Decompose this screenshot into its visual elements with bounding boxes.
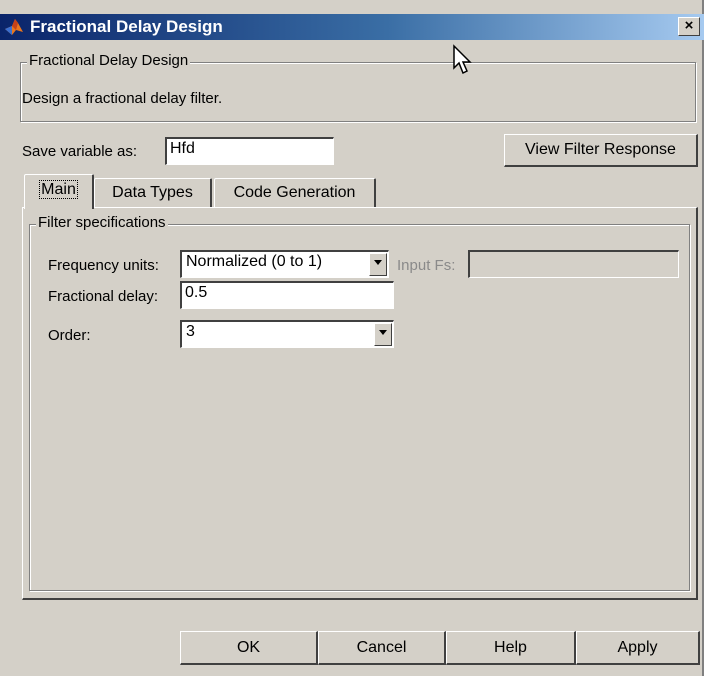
- mouse-cursor-icon: [453, 44, 472, 75]
- ok-button[interactable]: OK: [180, 631, 318, 665]
- order-label: Order:: [48, 327, 91, 344]
- tab-main-label: Main: [39, 180, 78, 199]
- window-title: Fractional Delay Design: [30, 17, 223, 36]
- tab-main[interactable]: Main: [24, 174, 94, 209]
- apply-button[interactable]: Apply: [576, 631, 700, 665]
- chevron-down-icon[interactable]: [374, 323, 392, 346]
- input-fs-label: Input Fs:: [397, 257, 456, 274]
- fractional-delay-label: Fractional delay:: [48, 288, 159, 305]
- tab-data-types-label: Data Types: [112, 184, 193, 201]
- order-dropdown[interactable]: 3: [180, 320, 394, 348]
- input-fs-input[interactable]: [468, 250, 679, 278]
- filter-specifications-groupbox: Filter specifications: [29, 214, 690, 591]
- tab-code-generation-label: Code Generation: [233, 184, 356, 201]
- close-button[interactable]: ×: [678, 17, 700, 36]
- frequency-units-selected: Normalized (0 to 1): [186, 253, 323, 270]
- description-group-legend: Fractional Delay Design: [27, 52, 191, 69]
- dialog-window: Fractional Delay Design × Fractional Del…: [0, 0, 704, 676]
- tab-data-types[interactable]: Data Types: [94, 178, 212, 207]
- filter-specifications-legend: Filter specifications: [36, 214, 168, 231]
- chevron-down-icon[interactable]: [369, 253, 387, 276]
- view-filter-response-button[interactable]: View Filter Response: [504, 134, 698, 167]
- description-text: Design a fractional delay filter.: [22, 90, 223, 107]
- order-selected: 3: [186, 323, 195, 340]
- help-button[interactable]: Help: [446, 631, 576, 665]
- matlab-logo-icon: [5, 19, 23, 35]
- frequency-units-dropdown[interactable]: Normalized (0 to 1): [180, 250, 389, 278]
- fractional-delay-input[interactable]: 0.5: [180, 281, 394, 309]
- frequency-units-label: Frequency units:: [48, 257, 159, 274]
- cancel-button[interactable]: Cancel: [318, 631, 446, 665]
- title-bar[interactable]: Fractional Delay Design ×: [0, 14, 704, 40]
- save-variable-label: Save variable as:: [22, 143, 138, 160]
- tab-code-generation[interactable]: Code Generation: [214, 178, 376, 207]
- tab-panel-main: Filter specifications Frequency units: N…: [22, 207, 698, 600]
- save-variable-input[interactable]: Hfd: [165, 137, 334, 165]
